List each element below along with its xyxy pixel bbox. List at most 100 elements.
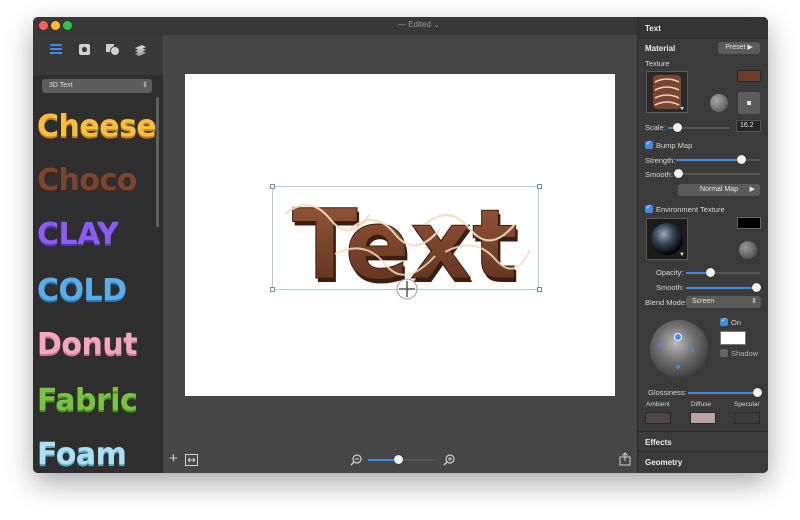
opacity-label: Opacity: xyxy=(656,268,684,277)
minimize-window-button[interactable] xyxy=(51,21,60,30)
environment-smooth-slider-fill xyxy=(686,287,757,289)
strength-slider-knob[interactable] xyxy=(737,155,747,164)
ambient-label: Ambient xyxy=(646,401,670,408)
environment-texture-checkbox[interactable] xyxy=(645,203,653,213)
preset-fabric[interactable]: Fabric xyxy=(37,381,138,421)
zoom-window-button[interactable] xyxy=(63,21,72,30)
canvas-area: Text Text + xyxy=(163,35,637,473)
light-on-checkbox[interactable] xyxy=(720,316,728,326)
resize-handle-tl[interactable] xyxy=(270,184,275,189)
inspector-header: Text xyxy=(638,17,768,39)
texture-mapping-sphere-icon[interactable] xyxy=(710,94,728,112)
smooth-slider[interactable] xyxy=(673,169,760,178)
diffuse-color-well[interactable] xyxy=(690,412,716,424)
texture-label: Texture xyxy=(645,59,670,68)
inspector-panel: Text Material Preset ▶ Texture Scale: 16… xyxy=(637,17,768,473)
scale-label: Scale: xyxy=(645,123,666,132)
material-heading: Material xyxy=(645,44,676,53)
bump-map-label: Bump Map xyxy=(656,141,693,150)
light-position-sphere[interactable] xyxy=(650,320,708,378)
app-window: — Edited ⌄ 3D Text ⇕ Cheese Choco CLAY C… xyxy=(33,17,768,473)
glossiness-slider-knob[interactable] xyxy=(752,388,762,397)
inspector-title: Text xyxy=(645,24,661,33)
environment-thumbnail[interactable]: ▼ xyxy=(646,218,688,260)
glossiness-slider-fill xyxy=(688,392,758,394)
geometry-section[interactable]: Geometry xyxy=(638,451,768,471)
opacity-slider-knob[interactable] xyxy=(705,268,715,277)
texture-thumbnail[interactable] xyxy=(646,71,688,113)
list-icon[interactable] xyxy=(47,40,65,58)
chevron-down-icon: ⌄ xyxy=(433,20,440,29)
zoom-out-icon[interactable] xyxy=(350,454,362,466)
environment-rotation-knob[interactable] xyxy=(739,241,757,259)
scale-slider-knob[interactable] xyxy=(673,123,683,132)
layers-icon[interactable] xyxy=(131,40,149,58)
move-handle-icon[interactable] xyxy=(395,277,419,301)
shadow-label: Shadow xyxy=(731,349,759,358)
add-icon[interactable]: + xyxy=(169,450,178,467)
sidebar-tabs xyxy=(33,35,163,75)
strength-label: Strength: xyxy=(645,156,676,165)
preset-choco[interactable]: Choco xyxy=(37,161,137,201)
sidebar-scrollbar[interactable] xyxy=(156,97,159,227)
zoom-slider-knob[interactable] xyxy=(393,455,403,464)
preset-button[interactable]: Preset ▶ xyxy=(718,42,760,54)
light-color-well[interactable] xyxy=(720,331,746,345)
diffuse-label: Diffuse xyxy=(691,401,712,408)
stepper-arrows-icon: ⇕ xyxy=(142,82,148,89)
share-icon[interactable] xyxy=(619,452,631,466)
glossiness-label: Glossiness: xyxy=(648,388,687,397)
play-icon: ▶ xyxy=(749,186,755,193)
opacity-slider[interactable] xyxy=(686,268,760,277)
glossiness-slider[interactable] xyxy=(688,388,762,397)
smooth-label: Smooth: xyxy=(645,170,673,179)
blend-mode-select[interactable]: Screen ⇕ xyxy=(686,296,761,308)
effects-section[interactable]: Effects xyxy=(638,431,768,451)
preset-sidebar: 3D Text ⇕ Cheese Choco CLAY COLD Donut F… xyxy=(33,35,163,473)
texture-color-well[interactable] xyxy=(737,70,761,82)
shadow-checkbox[interactable] xyxy=(720,349,728,357)
strength-slider-fill xyxy=(676,159,742,161)
close-window-button[interactable] xyxy=(39,21,48,30)
scale-slider[interactable] xyxy=(668,123,730,132)
environment-color-well[interactable] xyxy=(737,217,761,229)
preset-cheese[interactable]: Cheese xyxy=(37,107,157,147)
stepper-arrows-icon: ⇕ xyxy=(751,298,757,305)
preset-clay[interactable]: CLAY xyxy=(37,215,119,255)
shapes-icon[interactable] xyxy=(103,40,121,58)
zoom-in-icon[interactable] xyxy=(443,454,455,466)
window-title[interactable]: — Edited ⌄ xyxy=(398,20,440,29)
specular-label: Specular xyxy=(734,401,760,408)
environment-smooth-slider-knob[interactable] xyxy=(751,283,761,292)
environment-smooth-slider[interactable] xyxy=(686,283,761,292)
resize-handle-bl[interactable] xyxy=(270,287,275,292)
normal-map-button[interactable]: Normal Map ▶ xyxy=(678,184,760,196)
gear-icon[interactable] xyxy=(75,40,93,58)
environment-smooth-label: Smooth: xyxy=(656,283,684,292)
canvas-bottom-bar: + xyxy=(163,447,637,473)
specular-color-well[interactable] xyxy=(734,412,760,424)
light-on-label: On xyxy=(731,318,742,327)
selection-box xyxy=(272,186,539,290)
preset-cold[interactable]: COLD xyxy=(37,271,127,311)
resize-handle-tr[interactable] xyxy=(537,184,542,189)
document-canvas[interactable]: Text Text xyxy=(185,74,615,396)
geometry-label: Geometry xyxy=(645,458,683,467)
bump-map-checkbox[interactable] xyxy=(645,139,653,149)
fit-width-icon[interactable] xyxy=(185,454,198,466)
play-icon: ▶ xyxy=(747,44,753,51)
resize-handle-br[interactable] xyxy=(537,287,542,292)
category-dropdown[interactable]: 3D Text ⇕ xyxy=(42,79,152,93)
preset-foam[interactable]: Foam xyxy=(37,435,127,473)
environment-texture-label: Environment Texture xyxy=(656,205,725,214)
scale-input[interactable]: 16.2 xyxy=(736,120,761,132)
blend-mode-label: Blend Mode: xyxy=(645,298,688,307)
effects-label: Effects xyxy=(645,438,672,447)
smooth-slider-knob[interactable] xyxy=(673,169,683,178)
ambient-color-well[interactable] xyxy=(645,412,671,424)
zoom-slider[interactable] xyxy=(368,455,435,464)
strength-slider[interactable] xyxy=(676,155,760,164)
title-bar: — Edited ⌄ xyxy=(33,17,637,35)
preset-donut[interactable]: Donut xyxy=(37,325,138,365)
texture-mapping-box-icon[interactable] xyxy=(738,92,760,114)
